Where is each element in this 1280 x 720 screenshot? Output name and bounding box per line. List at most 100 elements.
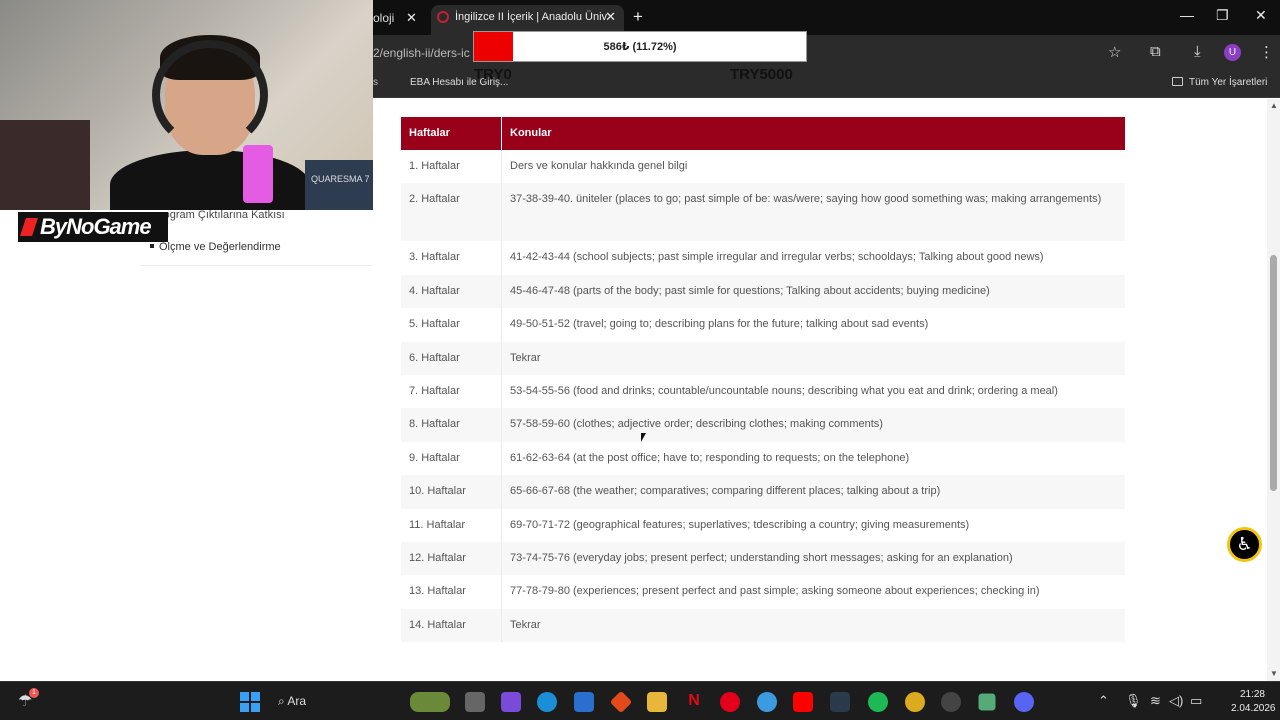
bookmark-folder-label: Tüm Yer İşaretleri [1189, 77, 1268, 88]
wifi-icon[interactable]: ≋ [1150, 693, 1161, 709]
stream-brand-logo: ByNoGame [18, 212, 168, 242]
sidebar-link-program-outcomes[interactable]: rogram Çıktılarına Katkısı [160, 209, 285, 221]
microphone-icon[interactable]: 🎙 [1125, 693, 1142, 709]
youtube-icon[interactable] [793, 692, 813, 712]
scroll-up-icon[interactable]: ▲ [1270, 101, 1278, 110]
site-favicon-icon [437, 11, 449, 23]
topic-cell: 61-62-63-64 (at the post office; have to… [510, 451, 910, 464]
topic-cell: Tekrar [510, 351, 541, 364]
table-row: 4. Haftalar 45-46-47-48 (parts of the bod… [401, 274, 1125, 309]
jersey-decoration: QUARESMA 7 [305, 160, 373, 210]
topic-cell: 37-38-39-40. üniteler (places to go; pas… [510, 193, 1102, 206]
column-divider [501, 241, 502, 275]
opera-icon[interactable] [720, 692, 740, 712]
topic-cell: 49-50-51-52 (travel; going to; describin… [510, 318, 929, 331]
bullet-icon [150, 244, 154, 248]
brand-mark-icon [20, 218, 38, 236]
url-field[interactable]: 2/english-ii/ders-ic [373, 46, 473, 60]
table-row: 3. Haftalar 41-42-43-44 (school subjects;… [401, 241, 1125, 275]
streamer-body [110, 150, 310, 210]
topic-cell: 77-78-79-80 (experiences; present perfec… [510, 585, 1040, 598]
week-cell: 13. Haftalar [409, 585, 466, 598]
week-cell: 8. Haftalar [409, 418, 460, 431]
file-explorer-icon[interactable] [647, 692, 667, 712]
table-header: Haftalar Konular [401, 117, 1125, 150]
bookmark-fragment[interactable]: s [373, 77, 378, 88]
webcam-overlay: QUARESMA 7 [0, 0, 373, 210]
week-cell: 14. Haftalar [409, 618, 466, 631]
search-icon: ⌕ [278, 694, 288, 708]
week-cell: 1. Haftalar [409, 160, 460, 172]
column-divider [501, 341, 502, 375]
column-divider [501, 183, 502, 242]
copilot-icon[interactable] [501, 692, 521, 712]
close-tab-icon[interactable]: ✕ [605, 5, 616, 29]
battery-icon[interactable]: ▭ [1190, 693, 1202, 709]
week-cell: 11. Haftalar [409, 518, 466, 531]
taskbar-search[interactable]: ⌕ Ara [278, 694, 306, 709]
page-scrollbar[interactable]: ▲ ▼ [1267, 99, 1280, 681]
column-divider [501, 608, 502, 643]
table-row: 9. Haftalar 61-62-63-64 (at the post offi… [401, 441, 1125, 476]
minimize-icon[interactable]: — [1180, 7, 1194, 23]
pink-light [243, 145, 273, 203]
column-divider [501, 541, 502, 576]
store-icon[interactable] [574, 692, 594, 712]
all-bookmarks-folder[interactable]: Tüm Yer İşaretleri [1172, 77, 1267, 88]
week-cell: 10. Haftalar [409, 485, 466, 498]
table-row: 2. Haftalar 37-38-39-40. üniteler (places… [401, 183, 1125, 242]
table-row: 1. Haftalar Ders ve konular hakkında gene… [401, 150, 1125, 184]
close-tab-icon[interactable]: ✕ [406, 8, 417, 28]
tab-title: oloji [373, 11, 395, 25]
scroll-down-icon[interactable]: ▼ [1270, 669, 1278, 678]
week-cell: 12. Haftalar [409, 551, 466, 564]
tray-overflow-icon[interactable]: ⌃ [1098, 693, 1109, 709]
week-cell: 7. Haftalar [409, 384, 460, 397]
table-row: 10. Haftalar 65-66-67-68 (the weather; co… [401, 475, 1125, 509]
new-tab-icon[interactable]: + [633, 7, 643, 27]
table-body: 1. Haftalar Ders ve konular hakkında gene… [401, 150, 1125, 643]
download-icon[interactable]: ⤓ [1194, 43, 1201, 60]
taskbar-search-label: Ara [287, 694, 307, 708]
task-view-icon[interactable] [465, 692, 485, 712]
table-row: 13. Haftalar 77-78-79-80 (experiences; pr… [401, 575, 1125, 609]
netflix-icon[interactable]: N [684, 692, 704, 712]
table-row: 11. Haftalar 69-70-71-72 (geographical fe… [401, 508, 1125, 542]
table-row: 12. Haftalar 73-74-75-76 (everyday jobs; … [401, 541, 1125, 576]
sidebar-item-assessment[interactable]: Ölçme ve Değerlendirme [150, 241, 281, 253]
scroll-thumb[interactable] [1270, 255, 1277, 491]
restore-icon[interactable]: ❐ [1216, 7, 1229, 24]
browser-tab-previous[interactable]: oloji ✕ [373, 8, 427, 30]
profile-avatar[interactable]: U [1224, 44, 1241, 61]
git-app-icon[interactable] [609, 690, 633, 714]
topic-cell: Tekrar [510, 618, 541, 631]
extensions-icon[interactable]: ⧉ [1150, 43, 1161, 60]
app-icon[interactable] [941, 692, 961, 712]
table-row: 8. Haftalar 57-58-59-60 (clothes; adjecti… [401, 408, 1125, 442]
edge-icon[interactable] [537, 692, 557, 712]
widgets-icon[interactable] [410, 692, 450, 712]
column-divider [501, 475, 502, 509]
close-window-icon[interactable]: ✕ [1255, 7, 1267, 24]
folder-icon [1172, 77, 1183, 86]
column-divider [501, 274, 502, 309]
topic-cell: 41-42-43-44 (school subjects; past simpl… [510, 251, 1044, 264]
accessibility-icon[interactable]: ♿ [1227, 527, 1262, 562]
start-button[interactable] [240, 692, 260, 712]
column-divider [501, 150, 502, 184]
syllabus-table: Haftalar Konular 1. Haftalar Ders ve konu… [401, 117, 1125, 643]
week-cell: 6. Haftalar [409, 351, 460, 364]
discord-icon[interactable] [1014, 692, 1034, 712]
help-app-icon[interactable] [757, 692, 777, 712]
steam-icon[interactable] [830, 692, 850, 712]
bookmark-star-icon[interactable]: ☆ [1108, 43, 1121, 61]
chrome-icon[interactable] [905, 692, 925, 712]
menu-kebab-icon[interactable]: ⋮ [1259, 43, 1274, 61]
spotify-icon[interactable] [868, 692, 888, 712]
column-divider [501, 508, 502, 542]
system-clock[interactable]: 21:28 2.04.2026 [1231, 688, 1276, 716]
tab-title: İngilizce II İçerik | Anadolu Üniv [455, 11, 608, 23]
settings-app-icon[interactable] [978, 693, 996, 711]
table-row: 14. Haftalar Tekrar [401, 608, 1125, 643]
volume-icon[interactable]: ◁) [1169, 693, 1183, 709]
